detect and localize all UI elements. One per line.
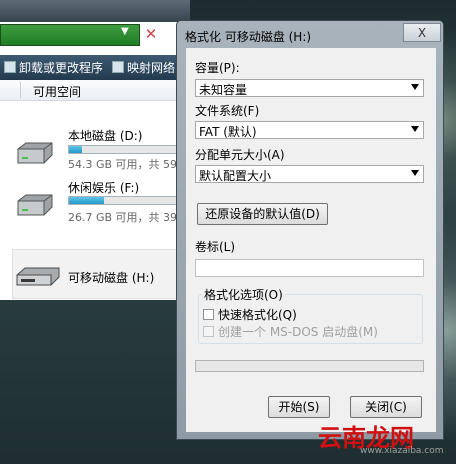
chevron-down-icon[interactable]: ▼ (121, 26, 129, 37)
allocation-unit-select[interactable]: 默认配置大小 (195, 165, 424, 183)
drive-name: 可移动磁盘 (H:) (68, 271, 155, 285)
volume-label-input[interactable] (195, 259, 424, 277)
capacity-select[interactable]: 未知容量 (195, 79, 424, 97)
explorer-toolbar: 卸载或更改程序 映射网络 (0, 55, 190, 80)
quick-format-checkbox[interactable] (203, 309, 214, 320)
close-icon[interactable]: ✕ (142, 24, 160, 44)
msdos-startup-label: 创建一个 MS-DOS 启动盘(M) (218, 325, 378, 339)
allocation-unit-label: 分配单元大小(A) (195, 148, 285, 162)
close-button[interactable]: X (403, 23, 441, 42)
msdos-startup-checkbox[interactable] (203, 326, 214, 337)
drive-usage-bar (68, 145, 178, 154)
allocation-unit-value: 默认配置大小 (199, 169, 272, 183)
chevron-down-icon (411, 126, 419, 132)
column-separator (20, 82, 21, 98)
capacity-label: 容量(P): (195, 61, 240, 75)
drive-name: 本地磁盘 (D:) (68, 129, 143, 143)
chevron-down-icon (411, 84, 419, 90)
drive-free-space: 26.7 GB 可用，共 39. (68, 211, 181, 224)
close-dialog-button[interactable]: 关闭(C) (350, 396, 422, 418)
chevron-down-icon (411, 170, 419, 176)
network-drive-icon (112, 61, 124, 73)
drive-usage-bar (68, 196, 178, 205)
filesystem-label: 文件系统(F) (195, 104, 260, 118)
explorer-window: ▼ ✕ 卸载或更改程序 映射网络 可用空间 本地磁盘 (D:) 54.3 GB … (0, 0, 190, 300)
quick-format-label[interactable]: 快速格式化(Q) (218, 306, 297, 323)
format-options-title: 格式化选项(O) (202, 286, 285, 303)
uninstall-program-button[interactable]: 卸载或更改程序 (4, 59, 103, 76)
address-bar[interactable] (0, 24, 140, 46)
hard-drive-icon (17, 142, 53, 164)
dialog-title: 格式化 可移动磁盘 (H:) (185, 30, 312, 44)
start-button[interactable]: 开始(S) (268, 396, 330, 418)
drive-free-space: 54.3 GB 可用，共 59. (68, 158, 181, 171)
filesystem-select[interactable]: FAT (默认) (195, 121, 424, 139)
removable-disk-icon (16, 267, 60, 286)
format-progress-bar (195, 360, 424, 372)
volume-label-label: 卷标(L) (195, 240, 236, 254)
hard-drive-icon (17, 194, 53, 216)
filesystem-value: FAT (默认) (199, 125, 257, 139)
column-header[interactable]: 可用空间 (0, 80, 190, 101)
drive-name: 休闲娱乐 (F:) (68, 181, 140, 195)
drive-usage-fill (69, 197, 104, 204)
restore-defaults-button[interactable]: 还原设备的默认值(D) (197, 203, 328, 225)
explorer-title-bar (0, 0, 190, 22)
drive-h-item[interactable]: 可移动磁盘 (H:) (12, 249, 190, 299)
program-icon (4, 61, 16, 73)
drive-usage-fill (69, 146, 82, 153)
map-network-drive-button[interactable]: 映射网络 (112, 59, 175, 76)
watermark-url: www.xiazaiba.com (360, 446, 444, 456)
capacity-value: 未知容量 (199, 83, 248, 97)
column-free-space[interactable]: 可用空间 (33, 83, 81, 100)
